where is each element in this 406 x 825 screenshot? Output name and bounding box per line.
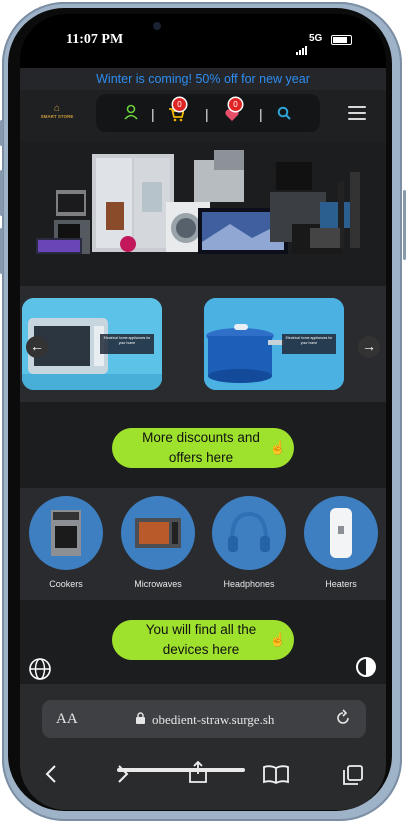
tabs-icon[interactable] bbox=[342, 764, 364, 791]
hero-appliances-image bbox=[20, 142, 386, 286]
volume-up-button bbox=[0, 170, 3, 216]
bookmarks-icon[interactable] bbox=[263, 764, 289, 789]
globe-icon[interactable] bbox=[28, 657, 52, 681]
banner-caption: Electrical home appliances for your home bbox=[100, 334, 154, 354]
headphones-icon bbox=[212, 496, 286, 570]
wishlist-badge: 0 bbox=[229, 98, 242, 111]
category-microwaves[interactable]: Microwaves bbox=[120, 496, 196, 589]
promo-banner[interactable]: Winter is coming! 50% off for new year bbox=[20, 68, 386, 90]
product-carousel: Electrical home appliances for your home… bbox=[20, 286, 386, 402]
nav-pill: | 0 | 0 | bbox=[96, 94, 320, 132]
screen: 11:07 PM 5G Winter is coming! 50% off fo… bbox=[20, 14, 386, 810]
devices-cta-label: You will find all the devices here bbox=[145, 622, 257, 657]
hamburger-menu-icon[interactable] bbox=[348, 106, 366, 124]
carousel-next-button[interactable]: → bbox=[358, 336, 380, 358]
carousel-prev-button[interactable]: ← bbox=[26, 336, 48, 358]
pointer-hand-icon: ☝ bbox=[269, 440, 286, 455]
network-label: 5G bbox=[309, 33, 323, 44]
status-time: 11:07 PM bbox=[66, 32, 124, 47]
contrast-toggle-icon[interactable] bbox=[354, 655, 378, 679]
microwave-icon bbox=[121, 496, 195, 570]
category-heaters[interactable]: Heaters bbox=[303, 496, 379, 589]
cart-icon[interactable]: 0 bbox=[168, 98, 186, 126]
wishlist-icon[interactable]: 0 bbox=[224, 98, 242, 126]
devices-cta-button[interactable]: You will find all the devices here ☝ bbox=[112, 620, 294, 660]
url-text: obedient-straw.surge.sh bbox=[152, 712, 275, 727]
nav-divider: | bbox=[205, 106, 209, 122]
home-indicator[interactable] bbox=[117, 768, 245, 772]
battery-icon bbox=[331, 35, 352, 45]
status-bar: 11:07 PM 5G bbox=[20, 14, 386, 68]
back-icon[interactable] bbox=[44, 764, 58, 789]
product-banner-pot[interactable]: Electrical home appliances for your home bbox=[204, 298, 344, 390]
pointer-hand-icon: ☝ bbox=[269, 632, 286, 647]
category-label: Cookers bbox=[49, 579, 83, 589]
category-row: Cookers Microwaves Headphones Heaters bbox=[20, 488, 386, 600]
cooker-icon bbox=[29, 496, 103, 570]
signal-icon bbox=[296, 37, 308, 55]
browser-bottom-chrome: AA obedient-straw.surge.sh bbox=[20, 684, 386, 810]
banner-caption: Electrical home appliances for your home bbox=[282, 334, 336, 354]
logo-text: SMART STORE bbox=[40, 114, 74, 119]
share-icon[interactable] bbox=[188, 760, 208, 789]
search-icon[interactable] bbox=[277, 106, 291, 124]
user-icon[interactable] bbox=[124, 104, 138, 124]
store-logo[interactable]: ⌂ SMART STORE bbox=[38, 103, 76, 129]
reload-icon[interactable] bbox=[334, 709, 352, 732]
category-headphones[interactable]: Headphones bbox=[211, 496, 287, 589]
aa-label: AA bbox=[56, 711, 78, 727]
discounts-cta-label: More discounts and offers here bbox=[142, 430, 260, 465]
category-label: Heaters bbox=[325, 579, 357, 589]
discounts-cta-button[interactable]: More discounts and offers here ☝ bbox=[112, 428, 294, 468]
action-button bbox=[0, 120, 3, 146]
logo-mark-icon: ⌂ bbox=[53, 103, 61, 114]
reader-settings-button[interactable]: AA bbox=[56, 711, 78, 728]
address-bar[interactable]: AA obedient-straw.surge.sh bbox=[42, 700, 366, 738]
nav-divider: | bbox=[259, 106, 263, 122]
category-label: Microwaves bbox=[134, 579, 182, 589]
nav-divider: | bbox=[151, 106, 155, 122]
cart-badge: 0 bbox=[173, 98, 186, 111]
lock-icon bbox=[135, 712, 146, 730]
category-cookers[interactable]: Cookers bbox=[28, 496, 104, 589]
site-header: ⌂ SMART STORE | 0 | 0 | bbox=[20, 90, 386, 142]
heater-icon bbox=[304, 496, 378, 570]
volume-down-button bbox=[0, 228, 3, 274]
front-camera bbox=[153, 22, 161, 30]
category-label: Headphones bbox=[223, 579, 275, 589]
